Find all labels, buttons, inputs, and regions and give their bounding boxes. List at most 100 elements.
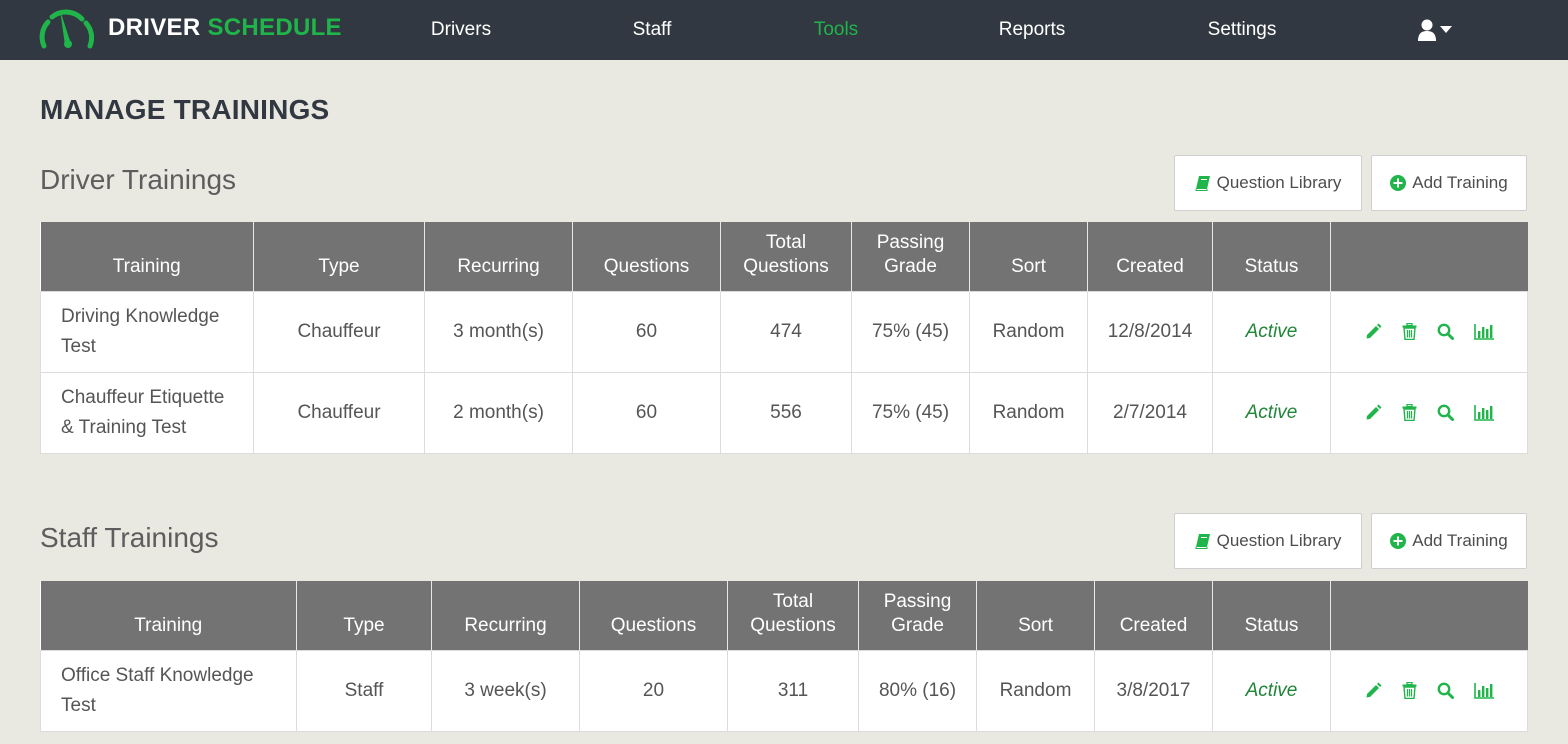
nav-settings[interactable]: Settings — [1208, 0, 1277, 60]
view-button[interactable] — [1437, 682, 1454, 699]
col-sort[interactable]: Sort — [969, 222, 1088, 291]
nav-tools[interactable]: Tools — [814, 0, 858, 60]
view-button[interactable] — [1437, 323, 1454, 340]
edit-button[interactable] — [1365, 404, 1382, 421]
trash-icon — [1402, 682, 1416, 699]
report-button[interactable] — [1473, 682, 1494, 699]
col-passing-line1: Passing — [883, 590, 952, 612]
col-training[interactable]: Training — [40, 581, 297, 650]
top-navbar: DRIVER SCHEDULE Drivers Staff Tools Repo… — [0, 0, 1568, 60]
report-button[interactable] — [1473, 404, 1494, 421]
brand-word-driver: DRIVER — [108, 14, 201, 41]
training-sort: Random — [969, 290, 1088, 373]
col-created[interactable]: Created — [1094, 581, 1213, 650]
col-actions — [1330, 581, 1528, 650]
question-library-label: Question Library — [1216, 531, 1342, 550]
bar-chart-icon — [1473, 682, 1494, 699]
pencil-icon — [1366, 682, 1381, 698]
nav-reports[interactable]: Reports — [999, 0, 1066, 60]
brand-logo[interactable]: DRIVER SCHEDULE — [38, 6, 342, 50]
status-badge: Active — [1212, 290, 1331, 373]
driver-question-library-button[interactable]: Question Library — [1174, 155, 1362, 211]
training-name: Driving Knowledge Test — [40, 290, 254, 373]
col-training[interactable]: Training — [40, 222, 254, 291]
brand-word-schedule: SCHEDULE — [207, 14, 342, 41]
training-total-questions: 474 — [720, 290, 852, 373]
row-actions — [1330, 371, 1528, 454]
training-name-line1: Driving Knowledge — [61, 305, 220, 327]
user-icon — [1418, 19, 1436, 41]
table-row: Driving Knowledge Test Chauffeur 3 month(… — [40, 290, 1528, 373]
col-created[interactable]: Created — [1087, 222, 1213, 291]
col-passing-line1: Passing — [876, 231, 945, 253]
staff-trainings-table: Training Type Recurring Questions Total Q… — [40, 581, 1528, 732]
training-name-line2: Test — [61, 335, 96, 357]
col-questions[interactable]: Questions — [572, 222, 721, 291]
edit-button[interactable] — [1365, 323, 1382, 340]
search-icon — [1437, 682, 1454, 699]
view-button[interactable] — [1437, 404, 1454, 421]
staff-add-training-button[interactable]: Add Training — [1371, 513, 1527, 569]
nav-staff[interactable]: Staff — [633, 0, 672, 60]
training-sort: Random — [976, 649, 1095, 732]
training-created: 2/7/2014 — [1087, 371, 1213, 454]
brand-name: DRIVER SCHEDULE — [108, 14, 342, 42]
search-icon — [1437, 404, 1454, 421]
training-recurring: 2 month(s) — [424, 371, 573, 454]
col-sort[interactable]: Sort — [976, 581, 1095, 650]
col-status[interactable]: Status — [1212, 581, 1331, 650]
col-actions — [1330, 222, 1528, 291]
training-questions: 60 — [572, 371, 721, 454]
edit-button[interactable] — [1365, 682, 1382, 699]
training-type: Chauffeur — [253, 371, 425, 454]
delete-button[interactable] — [1402, 404, 1417, 421]
delete-button[interactable] — [1402, 682, 1417, 699]
speedometer-logo-icon — [39, 9, 94, 49]
col-status[interactable]: Status — [1212, 222, 1331, 291]
col-recurring[interactable]: Recurring — [424, 222, 573, 291]
user-menu-dropdown[interactable] — [1418, 17, 1452, 43]
driver-add-training-button[interactable]: Add Training — [1371, 155, 1527, 211]
driver-trainings-table: Training Type Recurring Questions Total Q… — [40, 222, 1528, 454]
training-type: Chauffeur — [253, 290, 425, 373]
training-name-line1: Office Staff Knowledge — [61, 664, 254, 686]
add-training-label: Add Training — [1412, 173, 1508, 192]
col-total-line1: Total — [772, 590, 814, 612]
col-type[interactable]: Type — [296, 581, 432, 650]
plus-circle-icon — [1390, 175, 1407, 191]
report-button[interactable] — [1473, 323, 1494, 340]
training-name: Office Staff Knowledge Test — [40, 649, 297, 732]
delete-button[interactable] — [1402, 323, 1417, 340]
training-passing-grade: 75% (45) — [851, 371, 970, 454]
training-questions: 60 — [572, 290, 721, 373]
book-icon — [1195, 534, 1210, 549]
training-passing-grade: 75% (45) — [851, 290, 970, 373]
book-icon — [1195, 176, 1210, 191]
table-row: Office Staff Knowledge Test Staff 3 week(… — [40, 649, 1528, 732]
table-row: Chauffeur Etiquette & Training Test Chauf… — [40, 371, 1528, 454]
status-badge: Active — [1212, 371, 1331, 454]
col-questions[interactable]: Questions — [579, 581, 728, 650]
plus-circle-icon — [1390, 533, 1407, 549]
col-type[interactable]: Type — [253, 222, 425, 291]
col-total-questions[interactable]: Total Questions — [727, 581, 859, 650]
bar-chart-icon — [1473, 404, 1494, 421]
col-recurring[interactable]: Recurring — [431, 581, 580, 650]
col-total-questions[interactable]: Total Questions — [720, 222, 852, 291]
pencil-icon — [1366, 323, 1381, 339]
row-actions — [1330, 649, 1528, 732]
training-recurring: 3 week(s) — [431, 649, 580, 732]
status-badge: Active — [1212, 649, 1331, 732]
training-name-line1: Chauffeur Etiquette — [61, 386, 225, 408]
col-passing-line2: Grade — [884, 255, 937, 277]
training-sort: Random — [969, 371, 1088, 454]
col-passing-grade[interactable]: Passing Grade — [851, 222, 970, 291]
training-type: Staff — [296, 649, 432, 732]
nav-drivers[interactable]: Drivers — [431, 0, 491, 60]
search-icon — [1437, 323, 1454, 340]
staff-question-library-button[interactable]: Question Library — [1174, 513, 1362, 569]
training-name: Chauffeur Etiquette & Training Test — [40, 371, 254, 454]
training-created: 12/8/2014 — [1087, 290, 1213, 373]
col-passing-grade[interactable]: Passing Grade — [858, 581, 977, 650]
row-actions — [1330, 290, 1528, 373]
